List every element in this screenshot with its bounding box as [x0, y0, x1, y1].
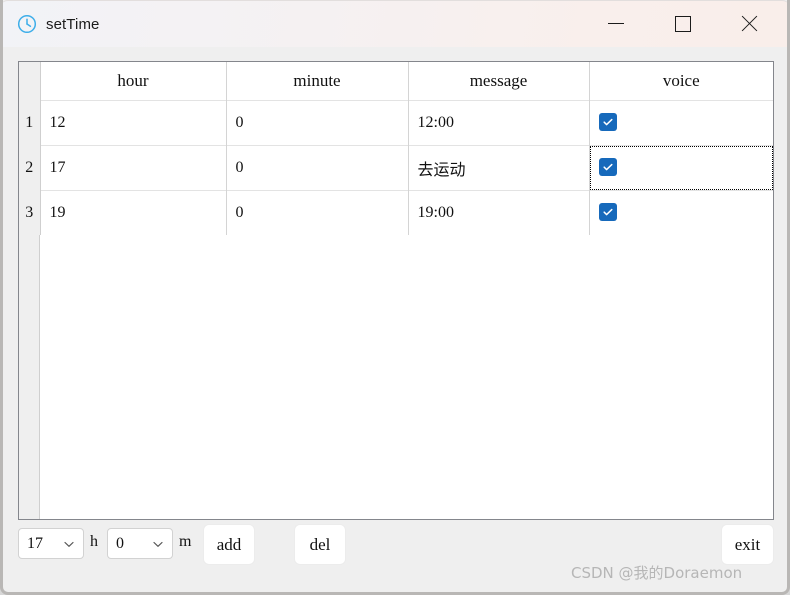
column-header-hour[interactable]: hour	[40, 62, 227, 101]
check-icon	[602, 163, 613, 171]
maximize-icon	[674, 15, 691, 32]
row-number[interactable]: 3	[19, 190, 41, 235]
table-row[interactable]: 3 19 0 19:00	[19, 190, 773, 235]
cell-minute[interactable]: 0	[226, 190, 409, 235]
schedule-table[interactable]: hour minute message voice 1 12 0 12:00 2…	[18, 61, 774, 520]
row-number[interactable]: 1	[19, 100, 41, 146]
voice-checkbox[interactable]	[598, 158, 617, 176]
cell-minute[interactable]: 0	[226, 145, 409, 191]
cell-voice[interactable]	[589, 100, 773, 146]
close-button[interactable]	[726, 1, 773, 46]
hour-select-value: 17	[27, 534, 43, 552]
minimize-button[interactable]	[592, 1, 639, 46]
rownum-header	[19, 62, 41, 101]
cell-message[interactable]: 19:00	[408, 190, 590, 235]
column-header-message[interactable]: message	[408, 62, 590, 101]
chevron-down-icon	[64, 541, 74, 547]
hour-select[interactable]: 17	[18, 528, 84, 559]
schedule-grid: hour minute message voice 1 12 0 12:00 2…	[19, 62, 773, 235]
check-icon	[602, 208, 613, 216]
del-button[interactable]: del	[294, 524, 346, 565]
cell-voice[interactable]	[589, 145, 773, 191]
column-header-minute[interactable]: minute	[226, 62, 409, 101]
cell-voice[interactable]	[589, 190, 773, 235]
table-header-row: hour minute message voice	[19, 62, 773, 101]
hour-unit-label: h	[90, 533, 98, 550]
app-window: setTime hour minute message voice 1 12 0…	[0, 0, 790, 595]
clock-icon	[17, 14, 37, 34]
title-bar-left: setTime	[17, 1, 100, 47]
minute-select-value: 0	[116, 534, 124, 552]
minute-unit-label: m	[179, 533, 192, 550]
voice-checkbox[interactable]	[598, 203, 617, 221]
cell-message[interactable]: 12:00	[408, 100, 590, 146]
voice-checkbox[interactable]	[598, 113, 617, 131]
column-header-voice[interactable]: voice	[589, 62, 773, 101]
table-row[interactable]: 2 17 0 去运动	[19, 145, 773, 191]
watermark: CSDN @我的Doraemon	[571, 564, 743, 582]
add-button[interactable]: add	[203, 524, 255, 565]
minute-select[interactable]: 0	[107, 528, 173, 559]
chevron-down-icon	[153, 541, 163, 547]
table-row[interactable]: 1 12 0 12:00	[19, 100, 773, 146]
exit-button[interactable]: exit	[721, 524, 774, 565]
cell-minute[interactable]: 0	[226, 100, 409, 146]
maximize-button[interactable]	[659, 1, 706, 46]
minimize-icon	[607, 23, 624, 24]
cell-message[interactable]: 去运动	[408, 145, 590, 191]
close-icon	[740, 14, 759, 33]
cell-hour[interactable]: 19	[40, 190, 227, 235]
check-icon	[602, 118, 613, 126]
row-number[interactable]: 2	[19, 145, 41, 191]
window-title: setTime	[46, 15, 100, 33]
title-bar[interactable]: setTime	[3, 0, 787, 47]
cell-hour[interactable]: 17	[40, 145, 227, 191]
cell-hour[interactable]: 12	[40, 100, 227, 146]
